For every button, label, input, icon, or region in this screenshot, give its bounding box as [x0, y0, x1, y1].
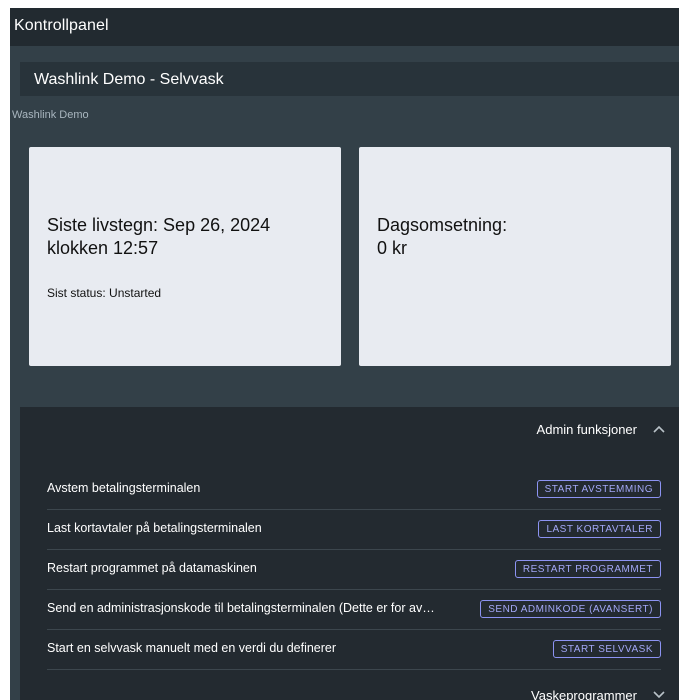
app-window: Kontrollpanel Washlink Demo - Selvvask W… [10, 8, 679, 700]
admin-row-text: Restart programmet på datamaskinen [47, 561, 257, 575]
admin-panel: Admin funksjoner Avstem betalingstermina… [20, 407, 679, 700]
load-card-agreements-button[interactable]: LAST KORTAVTALER [538, 520, 661, 538]
send-admin-code-button[interactable]: SEND ADMINKODE (AVANSERT) [480, 600, 661, 618]
chevron-down-icon[interactable] [651, 687, 667, 700]
heartbeat-card: Siste livstegn: Sep 26, 2024 klokken 12:… [29, 147, 341, 366]
admin-row-restart: Restart programmet på datamaskinen RESTA… [47, 549, 661, 590]
heartbeat-line1: Siste livstegn: Sep 26, 2024 [47, 215, 271, 235]
admin-row-text: Last kortavtaler på betalingsterminalen [47, 521, 262, 535]
admin-row-card-agreements: Last kortavtaler på betalingsterminalen … [47, 509, 661, 550]
start-reconcile-button[interactable]: START AVSTEMMING [536, 480, 661, 498]
admin-row-text: Start en selvvask manuelt med en verdi d… [47, 641, 337, 655]
page-header: Washlink Demo - Selvvask [20, 62, 679, 96]
admin-row-text: Avstem betalingsterminalen [47, 481, 201, 495]
wash-programs-title: Vaskeprogrammer [531, 688, 637, 700]
top-bar: Kontrollpanel [10, 8, 679, 46]
revenue-value: 0 kr [377, 238, 408, 258]
chevron-up-icon[interactable] [651, 421, 667, 437]
heartbeat-line2: klokken 12:57 [47, 238, 159, 258]
revenue-label: Dagsomsetning: [377, 215, 508, 235]
breadcrumb: Washlink Demo [12, 109, 89, 121]
last-status: Sist status: Unstarted [47, 286, 162, 300]
wash-programs-header[interactable]: Vaskeprogrammer [20, 679, 679, 700]
admin-row-manual-wash: Start en selvvask manuelt med en verdi d… [47, 629, 661, 670]
restart-program-button[interactable]: RESTART PROGRAMMET [514, 560, 661, 578]
admin-panel-title: Admin funksjoner [536, 422, 637, 437]
heartbeat-text: Siste livstegn: Sep 26, 2024 klokken 12:… [47, 214, 332, 260]
page-title: Washlink Demo - Selvvask [34, 71, 224, 88]
start-wash-button[interactable]: START SELVVASK [552, 640, 661, 658]
app-title: Kontrollpanel [14, 17, 109, 34]
revenue-card: Dagsomsetning: 0 kr [359, 147, 671, 366]
admin-row-reconcile: Avstem betalingsterminalen START AVSTEMM… [47, 469, 661, 510]
admin-row-text: Send en administrasjonskode til betaling… [47, 601, 435, 615]
admin-panel-header[interactable]: Admin funksjoner [20, 407, 679, 449]
admin-row-admin-code: Send en administrasjonskode til betaling… [47, 589, 661, 630]
revenue-text: Dagsomsetning: 0 kr [377, 214, 662, 260]
